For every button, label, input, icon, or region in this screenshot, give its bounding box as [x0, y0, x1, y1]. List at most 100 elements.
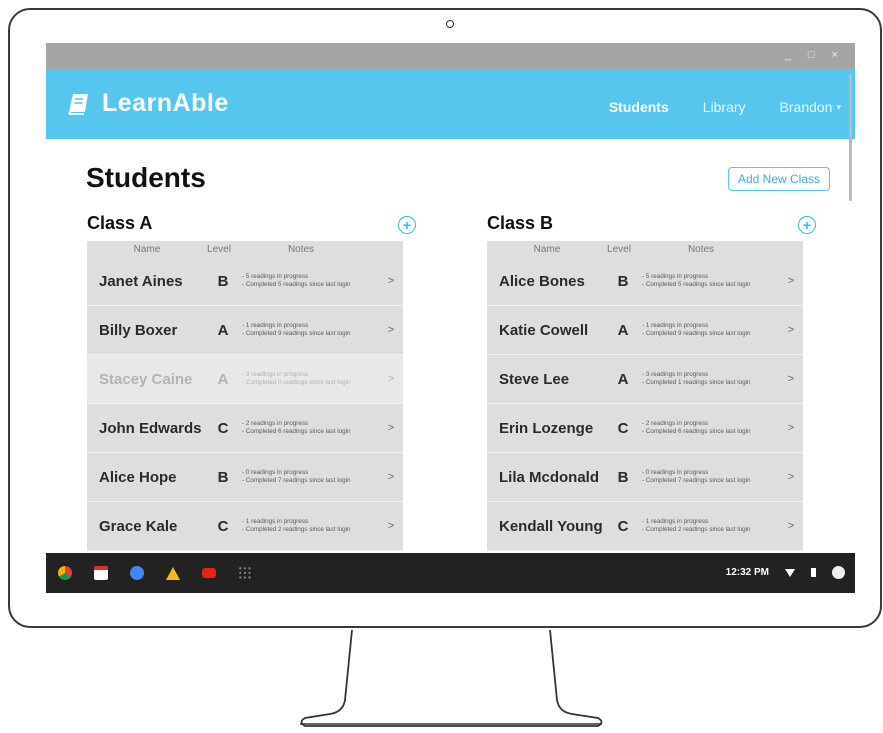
column-level: Level: [607, 243, 631, 255]
chevron-right-icon[interactable]: >: [782, 520, 800, 532]
table-row[interactable]: John Edwards C - 2 readings in progress - C…: [87, 404, 403, 453]
window-controls[interactable]: _ □ ×: [785, 49, 845, 61]
column-name: Name: [533, 243, 561, 255]
chevron-down-icon: ▾: [836, 101, 841, 112]
screen: _ □ × LearnAble Students Library Brandon…: [46, 43, 855, 593]
note-completed: - Completed 6 readings since last login: [242, 428, 351, 435]
class-title: Class A: [87, 213, 153, 233]
chevron-right-icon[interactable]: >: [382, 471, 400, 483]
add-student-icon[interactable]: +: [398, 216, 416, 234]
table-row[interactable]: Billy Boxer A - 1 readings in progress - Co…: [87, 306, 403, 355]
note-completed: - Completed 5 readings since last login: [242, 281, 351, 288]
student-name: Katie Cowell: [499, 321, 589, 339]
taskbar-apps: [46, 566, 252, 580]
chevron-right-icon[interactable]: >: [382, 275, 400, 287]
student-table: Name Level Notes Janet Aines B - 5 reading…: [87, 241, 403, 551]
note-completed: - Completed 7 readings since last login: [642, 477, 751, 484]
note-in-progress: - 0 readings in progress: [642, 469, 709, 476]
student-rows: Janet Aines B - 5 readings in progress - Co…: [87, 257, 403, 551]
chrome-icon[interactable]: [58, 566, 72, 580]
student-notes: - 2 readings in progress - Completed 6 re…: [236, 420, 382, 436]
nav-students[interactable]: Students: [609, 99, 669, 115]
student-notes: - 5 readings in progress - Completed 5 re…: [236, 273, 382, 289]
student-table: Name Level Notes Alice Bones B - 5 reading…: [487, 241, 803, 551]
note-in-progress: - 1 readings in progress: [242, 322, 309, 329]
app-launcher-icon[interactable]: [238, 566, 252, 580]
table-row[interactable]: Grace Kale C - 1 readings in progress - Com…: [87, 502, 403, 551]
table-row[interactable]: Janet Aines B - 5 readings in progress - Co…: [87, 257, 403, 306]
page-title: Students: [86, 162, 206, 193]
note-in-progress: - 3 readings in progress: [242, 371, 309, 378]
user-menu[interactable]: Brandon ▾: [780, 99, 841, 115]
student-level: B: [617, 272, 629, 290]
student-name: Alice Hope: [99, 468, 177, 486]
student-name: Lila Mcdonald: [499, 468, 600, 486]
logo[interactable]: LearnAble: [68, 89, 229, 118]
chevron-right-icon[interactable]: >: [382, 324, 400, 336]
student-name: Billy Boxer: [99, 321, 178, 339]
note-in-progress: - 1 readings in progress: [242, 518, 309, 525]
note-in-progress: - 1 readings in progress: [642, 322, 709, 329]
clock[interactable]: 12:32 PM: [726, 567, 769, 578]
window-titlebar: _ □ ×: [46, 43, 855, 69]
chevron-right-icon[interactable]: >: [382, 422, 400, 434]
add-student-icon[interactable]: +: [798, 216, 816, 234]
table-row[interactable]: Lila Mcdonald B - 0 readings in progress - …: [487, 453, 803, 502]
system-tray: 12:32 PM: [726, 566, 845, 579]
table-row[interactable]: Steve Lee A - 3 readings in progress - Comp…: [487, 355, 803, 404]
note-in-progress: - 5 readings in progress: [642, 273, 709, 280]
note-completed: - Completed 2 readings since last login: [642, 526, 751, 533]
book-icon: [68, 93, 88, 115]
chevron-right-icon[interactable]: >: [782, 275, 800, 287]
student-name: Alice Bones: [499, 272, 585, 290]
table-row[interactable]: Alice Bones B - 5 readings in progress - Co…: [487, 257, 803, 306]
student-level: A: [217, 321, 229, 339]
add-new-class-button[interactable]: Add New Class: [728, 167, 830, 191]
column-level: Level: [207, 243, 231, 255]
chevron-right-icon[interactable]: >: [782, 471, 800, 483]
chevron-right-icon[interactable]: >: [382, 520, 400, 532]
drive-icon[interactable]: [166, 566, 180, 580]
chevron-right-icon[interactable]: >: [782, 373, 800, 385]
student-level: B: [617, 468, 629, 486]
note-completed: - Completed 9 readings since last login: [242, 330, 351, 337]
student-level: A: [617, 370, 629, 388]
nav-library[interactable]: Library: [703, 99, 746, 115]
table-row[interactable]: Katie Cowell A - 1 readings in progress - C…: [487, 306, 803, 355]
chevron-right-icon[interactable]: >: [382, 373, 400, 385]
student-notes: - 0 readings in progress - Completed 7 re…: [636, 469, 782, 485]
youtube-icon[interactable]: [202, 568, 216, 578]
column-notes: Notes: [287, 243, 315, 255]
account-avatar[interactable]: [832, 566, 845, 579]
table-row[interactable]: Stacey Caine A - 3 readings in progress - C…: [87, 355, 403, 404]
student-name: Stacey Caine: [99, 370, 193, 388]
student-level: C: [617, 419, 629, 437]
table-row[interactable]: Erin Lozenge C - 2 readings in progress - C…: [487, 404, 803, 453]
scrollbar[interactable]: [849, 73, 852, 201]
battery-icon[interactable]: [811, 568, 816, 577]
google-plus-icon[interactable]: [130, 566, 144, 580]
table-row[interactable]: Alice Hope B - 0 readings in progress - Com…: [87, 453, 403, 502]
table-row[interactable]: Kendall Young C - 1 readings in progress - …: [487, 502, 803, 551]
student-rows: Alice Bones B - 5 readings in progress - Co…: [487, 257, 803, 551]
note-in-progress: - 2 readings in progress: [642, 420, 709, 427]
chevron-right-icon[interactable]: >: [782, 422, 800, 434]
note-in-progress: - 1 readings in progress: [642, 518, 709, 525]
student-name: Janet Aines: [99, 272, 183, 290]
wifi-icon[interactable]: [785, 568, 795, 577]
student-name: Erin Lozenge: [499, 419, 594, 437]
student-notes: - 2 readings in progress - Completed 6 re…: [636, 420, 782, 436]
column-name: Name: [133, 243, 161, 255]
note-in-progress: - 3 readings in progress: [642, 371, 709, 378]
note-in-progress: - 0 readings in progress: [242, 469, 309, 476]
note-completed: - Completed 1 readings since last login: [642, 379, 751, 386]
student-name: Grace Kale: [99, 517, 178, 535]
note-completed: - Completed 9 readings since last login: [642, 330, 751, 337]
chevron-right-icon[interactable]: >: [782, 324, 800, 336]
student-name: John Edwards: [99, 419, 202, 437]
student-notes: - 3 readings in progress - Completed 1 re…: [636, 371, 782, 387]
student-notes: - 5 readings in progress - Completed 5 re…: [636, 273, 782, 289]
note-completed: - Completed 2 readings since last login: [242, 526, 351, 533]
gmail-icon[interactable]: [94, 566, 108, 580]
column-notes: Notes: [687, 243, 715, 255]
